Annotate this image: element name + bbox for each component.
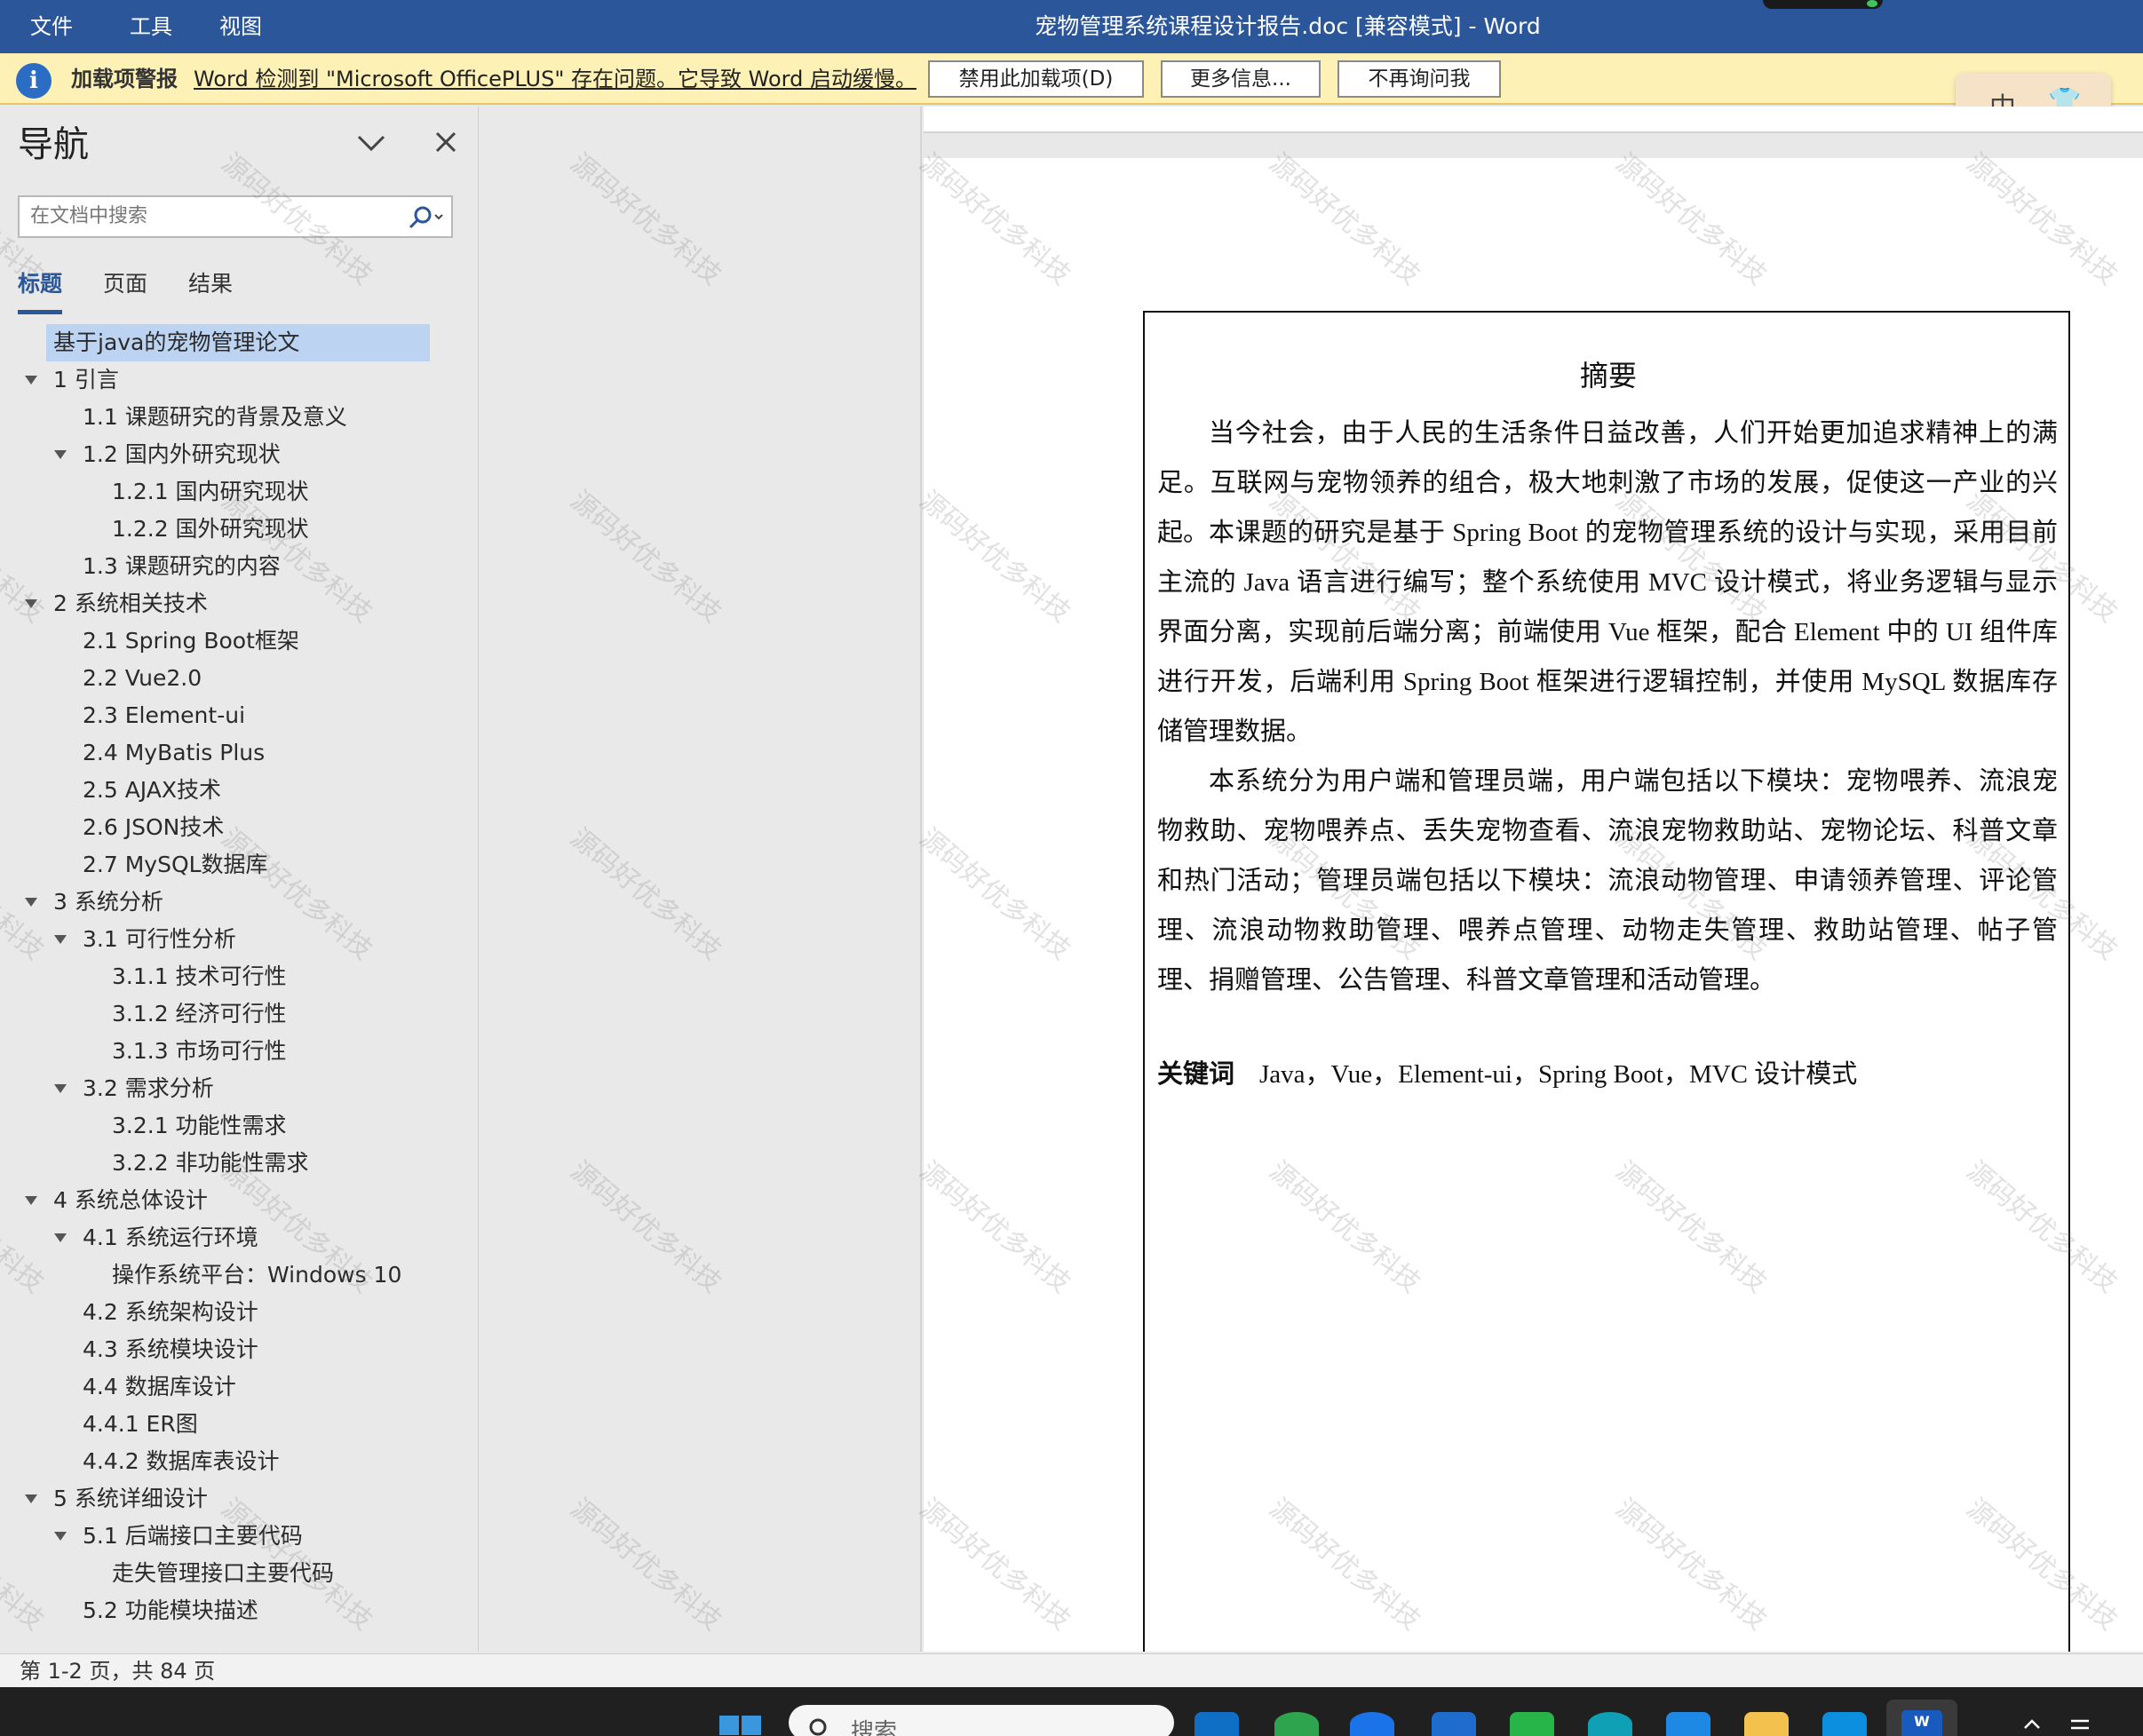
expand-triangle-icon[interactable] bbox=[25, 1494, 37, 1503]
nav-heading-item[interactable]: 5.2 功能模块描述 bbox=[83, 1592, 258, 1629]
keywords-label: 关键词 bbox=[1157, 1060, 1235, 1089]
expand-triangle-icon[interactable] bbox=[54, 1084, 67, 1093]
vscode-icon[interactable] bbox=[1195, 1712, 1239, 1736]
title-bar: 文件 工具 视图 宠物管理系统课程设计报告.doc [兼容模式] - Word bbox=[0, 0, 2143, 53]
page-count[interactable]: 第 1-2 页，共 84 页 bbox=[20, 1654, 215, 1688]
nav-heading-item[interactable]: 4.3 系统模块设计 bbox=[83, 1331, 258, 1368]
nav-heading-item[interactable]: 2 系统相关技术 bbox=[53, 585, 208, 622]
menu-tools[interactable]: 工具 bbox=[130, 0, 172, 53]
expand-triangle-icon[interactable] bbox=[54, 450, 67, 459]
document-area: 摘要 当今社会，由于人民的生活条件日益改善，人们开始更加追求精神上的满足。互联网… bbox=[0, 107, 2143, 1652]
nav-heading-item[interactable]: 3 系统分析 bbox=[53, 884, 163, 921]
settings-tray-icon[interactable] bbox=[2069, 1714, 2091, 1733]
nav-heading-item[interactable]: 2.5 AJAX技术 bbox=[83, 772, 221, 809]
nav-heading-item[interactable]: 基于java的宠物管理论文 bbox=[46, 324, 430, 361]
nav-heading-item[interactable]: 2.2 Vue2.0 bbox=[83, 660, 202, 697]
word-icon[interactable]: W bbox=[1886, 1700, 1957, 1736]
taskbar-search[interactable]: 搜索 bbox=[789, 1705, 1174, 1736]
nav-heading-item[interactable]: 4 系统总体设计 bbox=[53, 1182, 208, 1219]
tab-pages[interactable]: 页面 bbox=[103, 265, 147, 314]
nav-heading-item[interactable]: 1 引言 bbox=[53, 361, 119, 399]
nav-heading-item[interactable]: 走失管理接口主要代码 bbox=[112, 1555, 334, 1592]
nav-heading-item[interactable]: 3.1.3 市场可行性 bbox=[112, 1033, 287, 1070]
tab-results[interactable]: 结果 bbox=[188, 265, 233, 314]
info-icon: i bbox=[16, 63, 52, 99]
abstract-paragraph: 本系统分为用户端和管理员端，用户端包括以下模块：宠物喂养、流浪宠物救助、宠物喂养… bbox=[1157, 767, 2058, 995]
chat-app-icon[interactable] bbox=[1510, 1712, 1554, 1736]
nav-heading-item[interactable]: 4.4.2 数据库表设计 bbox=[83, 1443, 280, 1480]
edge-icon[interactable] bbox=[1588, 1712, 1632, 1736]
nav-heading-item[interactable]: 3.1 可行性分析 bbox=[83, 921, 236, 958]
keywords-line: 关键词 Java，Vue，Element-ui，Spring Boot，MVC 设… bbox=[1157, 1050, 2058, 1099]
nav-heading-item[interactable]: 3.1.1 技术可行性 bbox=[112, 958, 287, 995]
chevron-down-icon[interactable] bbox=[353, 126, 389, 162]
nav-heading-item[interactable]: 操作系统平台：Windows 10 bbox=[112, 1256, 401, 1294]
wechat-icon[interactable] bbox=[1274, 1712, 1319, 1736]
nav-heading-item[interactable]: 1.2.1 国内研究现状 bbox=[112, 473, 309, 511]
previous-page-edge bbox=[924, 107, 2143, 133]
nav-heading-item[interactable]: 5 系统详细设计 bbox=[53, 1480, 208, 1518]
nav-heading-item[interactable]: 3.2 需求分析 bbox=[83, 1070, 214, 1107]
disable-addin-button[interactable]: 禁用此加载项(D) bbox=[928, 60, 1144, 98]
nav-heading-item[interactable]: 2.4 MyBatis Plus bbox=[83, 734, 265, 772]
expand-triangle-icon[interactable] bbox=[25, 376, 37, 384]
page-gutter bbox=[480, 107, 922, 1652]
notification-pill bbox=[1763, 0, 1883, 9]
nav-heading-item[interactable]: 2.7 MySQL数据库 bbox=[83, 846, 268, 884]
expand-triangle-icon[interactable] bbox=[54, 1532, 67, 1541]
document-title: 宠物管理系统课程设计报告.doc [兼容模式] - Word bbox=[1035, 13, 1541, 39]
nav-heading-item[interactable]: 3.1.2 经济可行性 bbox=[112, 995, 287, 1033]
expand-triangle-icon[interactable] bbox=[54, 1233, 67, 1242]
chevron-up-icon[interactable] bbox=[2021, 1714, 2043, 1733]
browser-icon[interactable] bbox=[1350, 1712, 1394, 1736]
nav-heading-item[interactable]: 1.3 课题研究的内容 bbox=[83, 548, 281, 585]
warning-label: 加载项警报 bbox=[71, 67, 178, 91]
store-icon[interactable] bbox=[1666, 1712, 1710, 1736]
nav-heading-item[interactable]: 1.2.2 国外研究现状 bbox=[112, 511, 309, 548]
mail-icon[interactable] bbox=[1822, 1712, 1867, 1736]
menu-file[interactable]: 文件 bbox=[30, 0, 73, 53]
nav-heading-item[interactable]: 4.4.1 ER图 bbox=[83, 1406, 198, 1443]
app-store-icon[interactable] bbox=[1432, 1712, 1476, 1736]
keywords-value: Java，Vue，Element-ui，Spring Boot，MVC 设计模式 bbox=[1259, 1060, 1858, 1089]
nav-heading-item[interactable]: 1.2 国内外研究现状 bbox=[83, 436, 281, 473]
navigation-pane: 导航 在文档中搜索 标题 页面 结果 基于java的宠物管理论文 1 引言 1.1 … bbox=[0, 107, 479, 1652]
abstract-box[interactable]: 摘要 当今社会，由于人民的生活条件日益改善，人们开始更加追求精神上的满足。互联网… bbox=[1143, 311, 2070, 1652]
expand-triangle-icon[interactable] bbox=[54, 935, 67, 944]
addin-warning-bar: i 加载项警报 Word 检测到 "Microsoft OfficePLUS" … bbox=[0, 53, 2143, 105]
search-icon[interactable] bbox=[403, 204, 448, 231]
nav-title: 导航 bbox=[18, 124, 89, 165]
dont-ask-again-button[interactable]: 不再询问我 bbox=[1337, 60, 1501, 98]
expand-triangle-icon[interactable] bbox=[25, 1196, 37, 1205]
file-explorer-icon[interactable] bbox=[1744, 1712, 1789, 1736]
taskbar: 搜索 W bbox=[0, 1687, 2143, 1736]
nav-heading-item[interactable]: 4.1 系统运行环境 bbox=[83, 1219, 258, 1256]
abstract-paragraph: 本课题的研究是基于 Spring Boot 的宠物管理系统的设计与实现，采用目前… bbox=[1157, 519, 2058, 746]
nav-heading-item[interactable]: 5.1 后端接口主要代码 bbox=[83, 1518, 303, 1555]
expand-triangle-icon[interactable] bbox=[25, 898, 37, 907]
nav-heading-item[interactable]: 3.2.2 非功能性需求 bbox=[112, 1145, 309, 1182]
abstract-title: 摘要 bbox=[1579, 359, 1637, 392]
document-page[interactable]: 摘要 当今社会，由于人民的生活条件日益改善，人们开始更加追求精神上的满足。互联网… bbox=[924, 158, 2143, 1652]
nav-search-input[interactable]: 在文档中搜索 bbox=[18, 195, 453, 238]
nav-heading-item[interactable]: 1.1 课题研究的背景及意义 bbox=[83, 399, 347, 436]
nav-heading-item[interactable]: 4.2 系统架构设计 bbox=[83, 1294, 258, 1331]
menu-view[interactable]: 视图 bbox=[219, 0, 262, 53]
search-placeholder: 在文档中搜索 bbox=[30, 205, 148, 227]
taskbar-search-placeholder: 搜索 bbox=[851, 1719, 898, 1736]
expand-triangle-icon[interactable] bbox=[25, 599, 37, 608]
nav-heading-item[interactable]: 3.2.1 功能性需求 bbox=[112, 1107, 287, 1145]
search-icon bbox=[809, 1718, 827, 1736]
close-icon[interactable] bbox=[428, 124, 464, 160]
nav-heading-item[interactable]: 2.6 JSON技术 bbox=[83, 809, 224, 846]
tab-headings[interactable]: 标题 bbox=[18, 265, 63, 314]
nav-heading-item[interactable]: 4.4 数据库设计 bbox=[83, 1368, 236, 1406]
windows-start-icon[interactable] bbox=[719, 1710, 762, 1736]
warning-message-link[interactable]: Word 检测到 "Microsoft OfficePLUS" 存在问题。它导致… bbox=[194, 53, 917, 105]
status-bar: 第 1-2 页，共 84 页 bbox=[0, 1653, 2143, 1687]
nav-heading-item[interactable]: 2.3 Element-ui bbox=[83, 697, 245, 734]
nav-heading-item[interactable]: 2.1 Spring Boot框架 bbox=[83, 622, 299, 660]
more-info-button[interactable]: 更多信息... bbox=[1161, 60, 1321, 98]
